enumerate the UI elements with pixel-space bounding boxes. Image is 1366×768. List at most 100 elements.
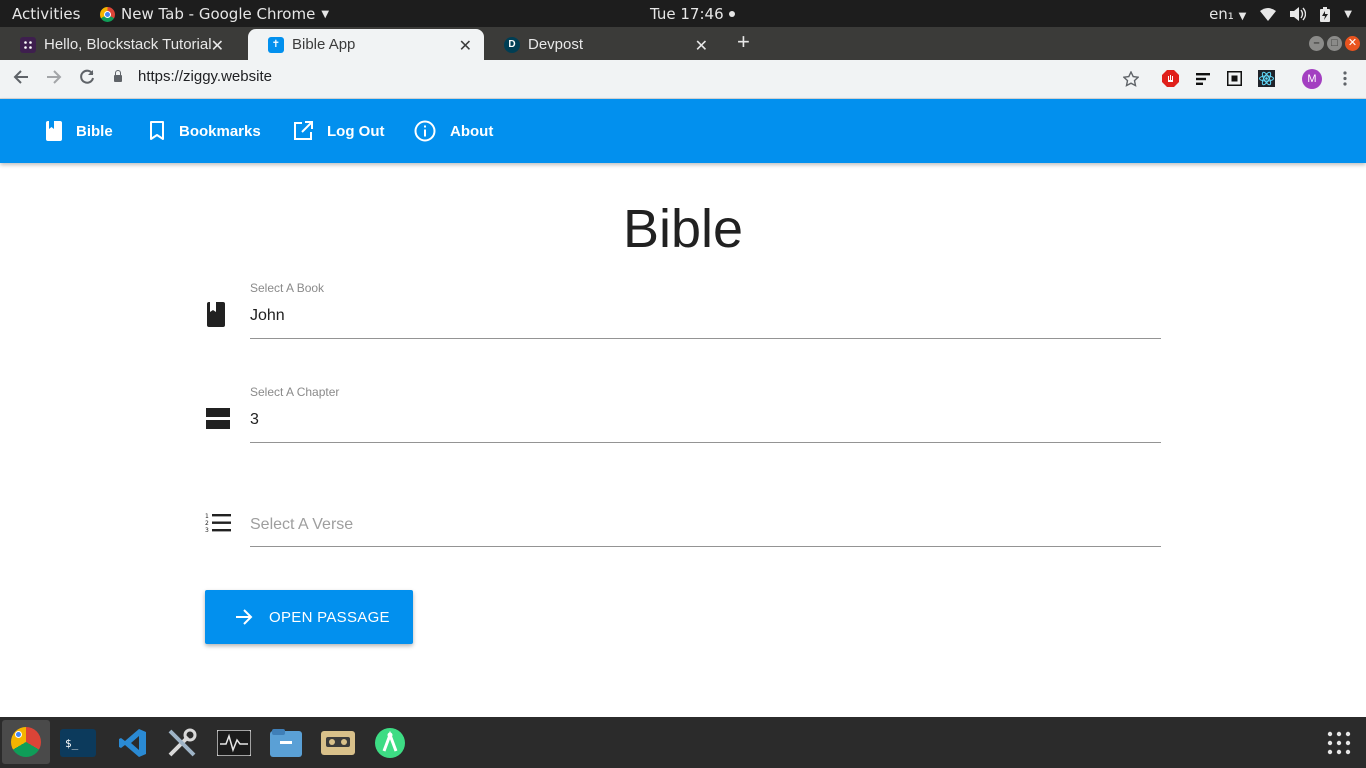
nav-item-log-out[interactable]: Log Out xyxy=(293,99,384,163)
nav-label: Bible xyxy=(76,122,113,140)
nav-item-bible[interactable]: Bible xyxy=(46,99,113,163)
blockstack-icon xyxy=(20,36,36,53)
clock[interactable]: Tue 17:46 xyxy=(650,5,735,23)
minimize-button[interactable]: – xyxy=(1309,36,1324,51)
app-navbar: Bible Bookmarks Log Out About xyxy=(0,99,1366,163)
cross-icon: ✝ xyxy=(268,36,284,53)
new-tab-button[interactable]: + xyxy=(737,29,750,55)
chrome-menu-icon[interactable] xyxy=(1336,70,1353,87)
verse-select-placeholder: Select A Verse xyxy=(250,516,354,533)
arrow-right-icon xyxy=(47,70,62,84)
info-icon xyxy=(414,120,436,142)
dock-files[interactable] xyxy=(267,724,305,762)
close-icon[interactable]: ✕ xyxy=(211,36,224,56)
svg-text:$_: $_ xyxy=(65,737,79,750)
nav-item-bookmarks[interactable]: Bookmarks xyxy=(149,99,261,163)
reload-icon xyxy=(80,69,94,84)
tab-devpost[interactable]: D Devpost ✕ xyxy=(484,29,720,60)
close-icon[interactable]: ✕ xyxy=(695,36,708,56)
close-icon[interactable]: ✕ xyxy=(459,36,472,56)
bookmark-icon xyxy=(150,121,164,140)
verse-select-underline xyxy=(250,546,1161,547)
vscode-icon xyxy=(119,729,146,757)
open-passage-label: OPEN PASSAGE xyxy=(269,608,390,626)
maximize-button[interactable]: □ xyxy=(1327,36,1342,51)
files-icon xyxy=(270,729,302,757)
lock-icon xyxy=(114,70,122,82)
svg-text:3: 3 xyxy=(205,527,209,534)
activities-button[interactable]: Activities xyxy=(12,5,80,23)
battery-icon xyxy=(1320,6,1331,22)
profile-avatar[interactable]: M xyxy=(1302,69,1322,89)
dock-system-monitor[interactable] xyxy=(215,724,253,762)
adblock-icon[interactable] xyxy=(1162,70,1179,87)
system-top-bar: Activities New Tab - Google Chrome ▼ Tue… xyxy=(0,0,1366,27)
window-controls: – □ ✕ xyxy=(1309,36,1360,51)
address-bar[interactable]: https://ziggy.website xyxy=(114,68,272,85)
chevron-down-icon: ▼ xyxy=(321,8,330,20)
back-button[interactable] xyxy=(12,68,30,90)
react-devtools-icon[interactable] xyxy=(1258,70,1275,87)
tab-strip: Hello, Blockstack Tutorial ✕ ✝ Bible App… xyxy=(0,27,1366,60)
terminal-icon: $_ xyxy=(60,729,96,757)
chapter-select-label: Select A Chapter xyxy=(250,385,340,399)
page-title: Bible xyxy=(622,199,744,259)
nav-label: About xyxy=(450,122,494,140)
reader-icon[interactable] xyxy=(1194,70,1211,87)
nav-label: Bookmarks xyxy=(179,122,261,140)
chapter-select-value: 3 xyxy=(250,411,259,428)
svg-text:2: 2 xyxy=(205,520,209,527)
book-icon xyxy=(207,302,225,327)
open-external-icon xyxy=(294,121,313,140)
tab-hello-blockstack[interactable]: Hello, Blockstack Tutorial ✕ xyxy=(0,29,236,60)
system-monitor-icon xyxy=(217,730,251,756)
screenshot-extension-icon[interactable] xyxy=(1226,70,1243,87)
chapter-select[interactable]: Select A Chapter 3 xyxy=(205,384,1161,444)
tools-icon xyxy=(168,728,197,757)
nav-item-about[interactable]: About xyxy=(414,99,493,163)
chrome-icon xyxy=(100,6,115,22)
tab-title: Hello, Blockstack Tutorial xyxy=(44,36,212,53)
arrow-left-icon xyxy=(13,70,28,84)
dock-recorder[interactable] xyxy=(319,724,357,762)
clock-label: Tue 17:46 xyxy=(650,5,724,23)
app-grid-icon xyxy=(1327,731,1351,755)
wifi-icon xyxy=(1260,7,1277,21)
forward-button[interactable] xyxy=(45,68,63,90)
dock-android-studio[interactable] xyxy=(371,724,409,762)
svg-text:1: 1 xyxy=(205,513,209,520)
chapter-select-underline xyxy=(250,442,1161,443)
dock-tools[interactable] xyxy=(163,724,201,762)
open-passage-button[interactable]: OPEN PASSAGE xyxy=(205,590,413,644)
dock-vscode[interactable] xyxy=(114,724,152,762)
app-menu[interactable]: New Tab - Google Chrome ▼ xyxy=(100,5,329,23)
keyboard-layout-label: en₁ xyxy=(1209,5,1234,23)
bookmark-star-icon[interactable] xyxy=(1122,70,1139,87)
app-menu-label: New Tab - Google Chrome xyxy=(121,5,316,23)
dock-app-grid[interactable] xyxy=(1320,724,1358,762)
reload-button[interactable] xyxy=(78,68,96,90)
notification-dot-icon xyxy=(728,11,735,17)
book-select-value: John xyxy=(250,307,285,324)
book-select-underline xyxy=(250,338,1161,339)
dock-terminal[interactable]: $_ xyxy=(59,724,97,762)
system-tray[interactable]: en₁ ▼ ▼ xyxy=(1209,5,1352,23)
keyboard-layout[interactable]: en₁ ▼ xyxy=(1209,5,1246,23)
book-select-label: Select A Book xyxy=(250,281,325,295)
book-icon xyxy=(46,121,62,141)
verse-select[interactable]: 123 Select A Verse xyxy=(205,488,1161,548)
book-select[interactable]: Select A Book John xyxy=(205,280,1161,340)
dock-chrome[interactable] xyxy=(2,720,50,764)
chrome-icon xyxy=(11,727,41,757)
browser-toolbar: https://ziggy.website M xyxy=(0,60,1366,99)
tab-title: Devpost xyxy=(528,36,584,53)
recorder-icon xyxy=(321,731,355,755)
close-window-button[interactable]: ✕ xyxy=(1345,36,1360,51)
profile-initial: M xyxy=(1307,73,1317,85)
chevron-down-icon: ▼ xyxy=(1238,11,1247,22)
android-studio-icon xyxy=(375,728,405,758)
devpost-icon: D xyxy=(504,36,520,53)
tab-bible-app[interactable]: ✝ Bible App ✕ xyxy=(248,29,484,60)
volume-icon xyxy=(1290,7,1307,21)
url-text: https://ziggy.website xyxy=(138,68,272,85)
